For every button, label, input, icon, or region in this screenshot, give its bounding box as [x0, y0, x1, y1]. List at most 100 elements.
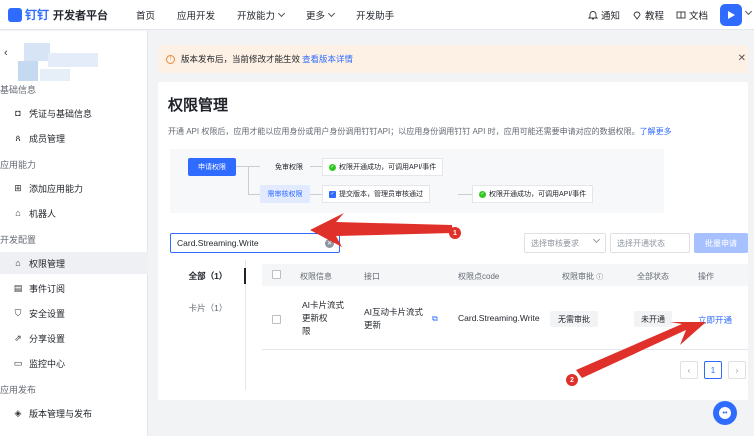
- annotation-marker-2: 2: [566, 374, 578, 386]
- col-approval: 权限审批 ⓘ: [562, 272, 604, 281]
- back-icon[interactable]: ‹: [4, 47, 8, 59]
- permission-card: 权限管理 开通 API 权限后，应用才能以应用身份或用户身份调用钉钉API；以应…: [158, 82, 748, 400]
- table-row: AI卡片流式 更新权 限 AI互动卡片流式 更新 ⧉ Card.Streamin…: [262, 288, 748, 350]
- app-logo-icon: [728, 11, 735, 19]
- approval-badge: 无需审批: [550, 311, 598, 327]
- doc-link-icon[interactable]: ⧉: [432, 312, 438, 325]
- col-code: 权限点code: [458, 272, 500, 281]
- flow-free-result: ✓ 权限开通成功，可调用API/事件: [322, 158, 444, 176]
- sidebar-item-permissions[interactable]: ⌂ 权限管理: [0, 252, 148, 274]
- book-icon: [676, 11, 686, 19]
- chevron-down-icon: [328, 9, 336, 17]
- sidebar-item-monitor[interactable]: ▭ 监控中心: [0, 352, 148, 374]
- avatar[interactable]: [720, 4, 742, 26]
- sidebar-item-members[interactable]: ጰ 成员管理: [0, 127, 148, 149]
- nav-home[interactable]: 首页: [136, 8, 155, 22]
- chevron-down-icon[interactable]: [744, 7, 753, 16]
- info-icon: ⓘ: [596, 274, 604, 281]
- dingtalk-logo-icon: [8, 7, 22, 22]
- batch-apply-button[interactable]: 批量申请: [694, 233, 748, 253]
- version-banner: ! 版本发布后，当前修改才能生效 查看版本详情 ✕: [158, 45, 748, 73]
- grid-plus-icon: ⊞: [14, 182, 22, 193]
- sidebar-item-add-capability[interactable]: ⊞ 添加应用能力: [0, 177, 148, 199]
- monitor-icon: ▭: [13, 357, 23, 368]
- row-checkbox[interactable]: [272, 315, 281, 324]
- col-status: 全部状态: [637, 272, 669, 281]
- sidebar-item-share[interactable]: ⇗ 分享设置: [0, 327, 148, 349]
- app-avatar-blurred: [18, 43, 98, 83]
- chat-icon: ••: [719, 407, 731, 419]
- page-description: 开通 API 权限后，应用才能以应用身份或用户身份调用钉钉API；以应用身份调用…: [168, 127, 672, 136]
- lock-icon: ⌂: [15, 258, 21, 268]
- close-icon[interactable]: ✕: [738, 53, 746, 64]
- col-action: 操作: [698, 272, 714, 281]
- col-api: 接口: [364, 272, 380, 281]
- check-icon: ✓: [329, 163, 336, 171]
- permission-flow-diagram: 申请权限 免审权限 ✓ 权限开通成功，可调用API/事件 需审核权限 ✓ 提交版本，…: [170, 149, 664, 213]
- select-all-checkbox[interactable]: [272, 270, 281, 279]
- sidebar-item-events[interactable]: ▤ 事件订阅: [0, 277, 148, 299]
- active-tab-indicator: [244, 268, 246, 284]
- category-tabs: 全部（1） 卡片（1）: [170, 260, 246, 390]
- sidebar-item-robot[interactable]: ⌂ 机器人: [0, 202, 148, 224]
- annotation-marker-1: 1: [449, 227, 461, 239]
- checkbox-icon: ✓: [329, 190, 336, 198]
- flow-review-submit: ✓ 提交版本，管理员审核通过: [322, 185, 430, 203]
- row-api: AI互动卡片流式 更新: [364, 307, 424, 330]
- sidebar-group-release: 应用发布: [0, 385, 37, 395]
- page-title: 权限管理: [168, 97, 229, 114]
- chat-assistant-button[interactable]: ••: [713, 401, 737, 425]
- credential-icon: ◘: [15, 108, 21, 118]
- top-navbar: 钉钉 开发者平台 首页 应用开发 开放能力 更多 开发助手 通知 教程 文档: [0, 0, 754, 30]
- sidebar: ‹ 基础信息 ◘ 凭证与基础信息 ጰ 成员管理 应用能力 ⊞ 添加应用能力 ⌂ 机器人 …: [0, 31, 148, 436]
- tutorial-link[interactable]: 教程: [632, 8, 664, 22]
- row-code: Card.Streaming.Write: [458, 313, 540, 323]
- chevron-down-icon: [278, 9, 286, 17]
- notify-link[interactable]: 通知: [587, 8, 620, 22]
- flow-apply-step: 申请权限: [188, 158, 236, 176]
- flow-free-step: 免审权限: [275, 164, 303, 171]
- check-icon: ✓: [479, 190, 486, 198]
- page-number[interactable]: 1: [704, 361, 722, 379]
- info-icon: !: [166, 54, 175, 64]
- sidebar-item-versions[interactable]: ◈ 版本管理与发布: [0, 402, 148, 424]
- table-header: 权限信息 接口 权限点code 权限审批 ⓘ 全部状态 操作: [262, 264, 748, 286]
- chevron-down-icon: [592, 235, 601, 244]
- bell-icon: [587, 11, 598, 20]
- main-nav: 首页 应用开发 开放能力 更多 开发助手: [136, 8, 416, 22]
- banner-text: 版本发布后，当前修改才能生效: [181, 54, 301, 64]
- robot-icon: ⌂: [15, 208, 21, 218]
- review-requirement-select[interactable]: 选择审核要求: [524, 233, 606, 253]
- row-permission-info: AI卡片流式 更新权 限: [302, 300, 345, 336]
- banner-link[interactable]: 查看版本详情: [302, 53, 353, 65]
- sidebar-item-security[interactable]: ⛉ 安全设置: [0, 302, 148, 324]
- enable-now-link[interactable]: 立即开通: [698, 314, 732, 326]
- next-page-button[interactable]: ›: [728, 361, 746, 379]
- tab-card[interactable]: 卡片（1）: [170, 302, 246, 314]
- user-icon: ጰ: [15, 132, 21, 143]
- prev-page-button[interactable]: ‹: [680, 361, 698, 379]
- dingtalk-logo[interactable]: 钉钉 开发者平台: [8, 6, 136, 23]
- tab-all[interactable]: 全部（1）: [170, 270, 246, 282]
- logo-brand: 钉钉: [25, 8, 50, 22]
- logo-title: 开发者平台: [53, 9, 109, 22]
- nav-dev-assistant[interactable]: 开发助手: [356, 8, 394, 22]
- permission-search-input[interactable]: Card.Streaming.Write ✕: [170, 233, 340, 253]
- sidebar-group-capability: 应用能力: [0, 160, 37, 170]
- nav-more[interactable]: 更多: [306, 8, 336, 22]
- location-icon: [633, 11, 641, 20]
- flow-review-step: 需审核权限: [260, 185, 310, 203]
- learn-more-link[interactable]: 了解更多: [640, 127, 672, 136]
- nav-app-dev[interactable]: 应用开发: [177, 8, 215, 22]
- status-select[interactable]: 选择开通状态: [610, 233, 690, 253]
- docs-link[interactable]: 文档: [676, 8, 708, 22]
- share-icon: ⇗: [14, 332, 22, 343]
- sidebar-item-credentials[interactable]: ◘ 凭证与基础信息: [0, 102, 148, 124]
- flow-review-result: ✓ 权限开通成功，可调用API/事件: [472, 185, 594, 203]
- event-icon: ▤: [13, 282, 23, 293]
- sidebar-group-basic: 基础信息: [0, 85, 37, 95]
- layers-icon: ◈: [14, 407, 22, 418]
- nav-capabilities[interactable]: 开放能力: [237, 8, 286, 22]
- status-badge: 未开通: [634, 311, 672, 327]
- clear-icon[interactable]: ✕: [325, 239, 334, 248]
